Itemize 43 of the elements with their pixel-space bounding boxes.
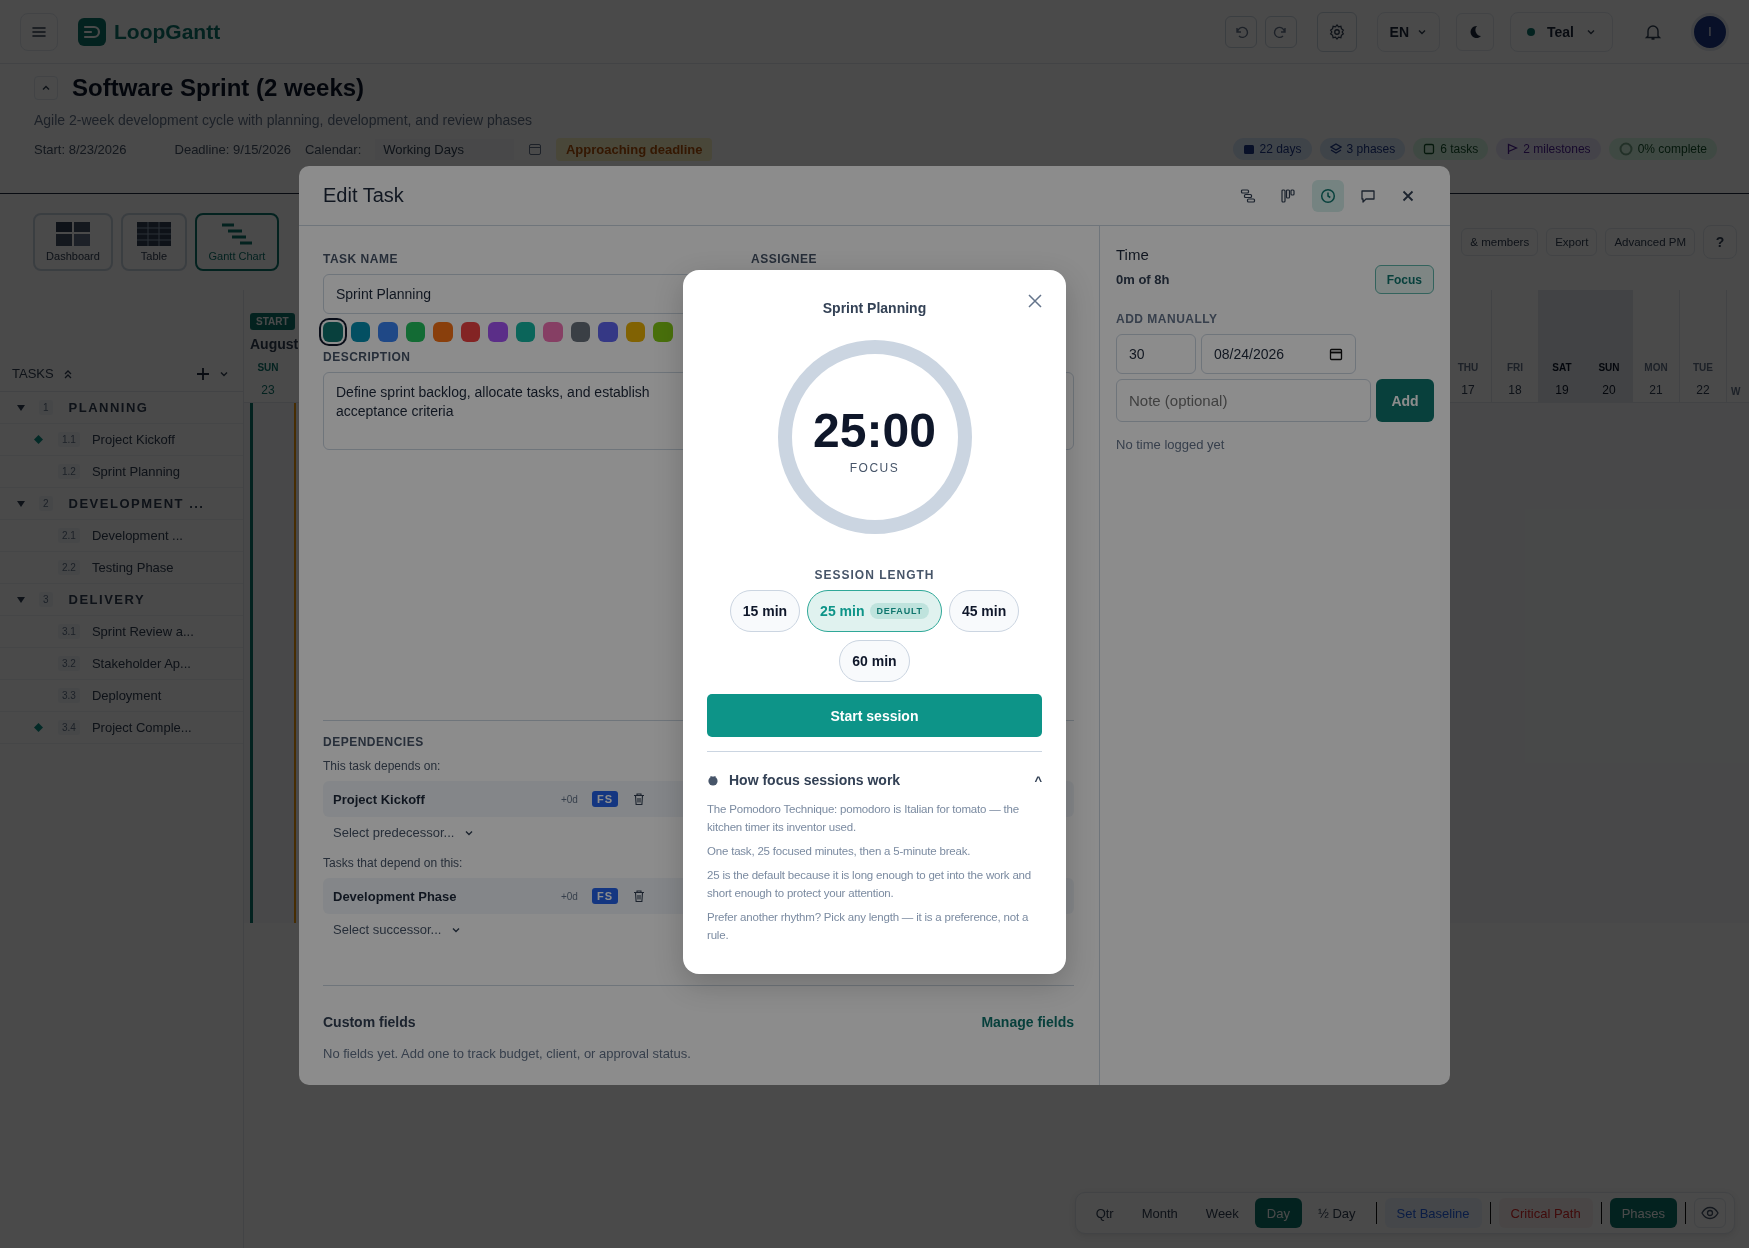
day-number: 20 — [1602, 382, 1616, 399]
field-label: DESCRIPTION — [323, 349, 412, 364]
field-label: ASSIGNEE — [751, 252, 818, 266]
timer-mode: FOCUS — [849, 461, 900, 475]
info-paragraph: 25 is the default because it is long enough to get into the work and short enough to protect your attention. — [707, 868, 1032, 901]
section-heading: Time — [1116, 246, 1150, 263]
day-number: 17 — [1461, 382, 1475, 399]
lag-value: +0d — [560, 890, 578, 902]
day-number: 21 — [1649, 382, 1663, 399]
project-title: Software Sprint (2 weeks) — [72, 74, 365, 102]
task-title: Sprint Planning — [822, 300, 927, 316]
day-name: SUN — [1598, 360, 1620, 375]
dependency-name: Development Phase — [333, 888, 457, 904]
stat-badge: 6 tasks — [1413, 138, 1489, 160]
stat-badge: 2 milestones — [1496, 138, 1601, 160]
time-logged: 0m of 8h — [1116, 272, 1170, 287]
start-badge: START — [250, 313, 295, 330]
day-number: 22 — [1696, 382, 1710, 399]
dependency-name: Project Kickoff — [333, 791, 425, 807]
timer: 25:00 — [813, 407, 936, 455]
field-label: ADD MANUALLY — [1116, 312, 1219, 326]
info-paragraph: The Pomodoro Technique: pomodoro is Italian for tomato — the kitchen timer its inventor used. — [707, 802, 1020, 835]
app-name: LoopGantt — [114, 19, 221, 44]
day-name: SAT — [1552, 360, 1572, 375]
day-number: 23 — [260, 382, 276, 399]
info-paragraph: Prefer another rhythm? Pick any length — it is a preference, not a rule. — [707, 910, 1030, 943]
empty-message: No time logged yet — [1116, 437, 1226, 452]
day-number: 18 — [1508, 382, 1522, 399]
dependency-label: Tasks that depend on this: — [323, 856, 464, 870]
tasks-heading: TASKS — [12, 366, 54, 381]
session-length-label: SESSION LENGTH — [814, 568, 935, 582]
default-badge: DEFAULT — [870, 603, 929, 619]
section-heading: DEPENDENCIES — [323, 735, 425, 749]
lag-value: +0d — [560, 793, 578, 805]
section-heading: Custom fields — [323, 1014, 416, 1030]
empty-message: No fields yet. Add one to track budget, client, or approval status. — [323, 1046, 692, 1061]
info-paragraph: One task, 25 focused minutes, then a 5-minute break. — [707, 844, 972, 859]
day-name: SUN — [256, 360, 280, 375]
field-label: TASK NAME — [323, 252, 399, 266]
month-label: August — [250, 336, 299, 352]
dependency-label: This task depends on: — [323, 759, 442, 773]
day-number: 19 — [1555, 382, 1569, 399]
dialog-title: Edit Task — [323, 184, 404, 207]
